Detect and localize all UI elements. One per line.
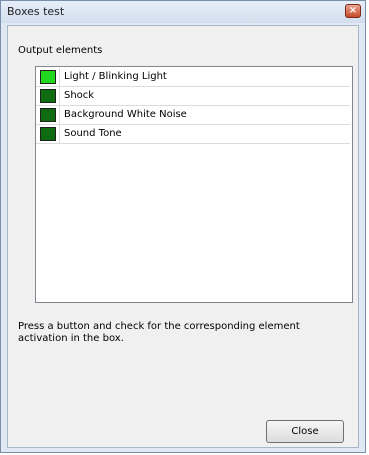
list-item[interactable]: Shock (36, 87, 350, 106)
output-elements-label: Output elements (18, 45, 103, 56)
list-item[interactable]: Sound Tone (36, 125, 350, 144)
status-indicator-icon (40, 89, 56, 103)
status-indicator-icon (40, 108, 56, 122)
status-indicator-icon (40, 70, 56, 84)
list-item[interactable]: Background White Noise (36, 106, 350, 125)
boxes-test-dialog: Boxes test × Output elements Light / Bli… (0, 0, 366, 453)
title-bar[interactable]: Boxes test × (1, 1, 365, 23)
column-separator (59, 125, 60, 143)
list-item[interactable]: Light / Blinking Light (36, 68, 350, 87)
window-title: Boxes test (7, 5, 65, 18)
instructions-text: Press a button and check for the corresp… (18, 321, 300, 344)
output-elements-list[interactable]: Light / Blinking Light Shock Background Wh… (35, 66, 353, 303)
list-item-label: Shock (64, 90, 95, 101)
column-separator (59, 106, 60, 124)
list-item-label: Light / Blinking Light (64, 71, 167, 82)
dialog-client-area: Output elements Light / Blinking Light Sh… (7, 25, 359, 448)
window-close-icon[interactable]: × (345, 4, 361, 18)
list-item-label: Background White Noise (64, 109, 187, 120)
column-separator (59, 87, 60, 105)
list-item-label: Sound Tone (64, 128, 122, 139)
close-button[interactable]: Close (266, 420, 344, 443)
status-indicator-icon (40, 127, 56, 141)
column-separator (59, 68, 60, 86)
